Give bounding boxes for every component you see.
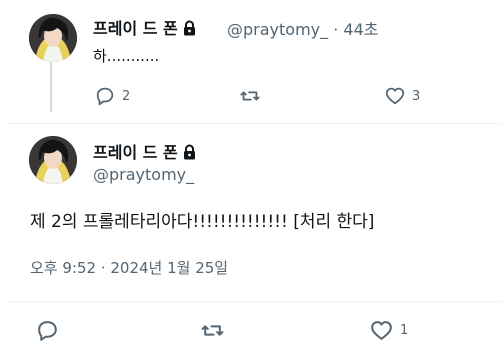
divider [8,123,502,124]
reply-text: 하........... [93,47,160,65]
reply-display-name[interactable]: 프레이 드 폰 [93,15,197,39]
dot-separator: · [333,20,344,39]
reply-count: 2 [122,88,131,104]
main-display-name-text: 프레이 드 폰 [93,143,178,162]
thread-connector-line [50,62,52,112]
retweet-button[interactable] [239,85,261,107]
reply-button[interactable]: 2 [94,85,130,107]
lock-icon [183,144,195,160]
main-text: 제 2의 프롤레타리아다!!!!!!!!!!!!!! [처리 한다] [30,212,375,232]
like-count: 3 [412,88,421,104]
lock-icon [183,20,195,36]
reply-button[interactable] [35,318,60,343]
comment-icon [38,321,57,341]
avatar[interactable] [29,14,77,62]
like-count: 1 [400,323,409,338]
heart-icon [371,321,392,340]
timestamp[interactable]: 오후 9:52 · 2024년 1월 25일 [30,257,228,278]
heart-icon [385,87,405,105]
comment-icon [96,87,114,106]
main-display-name[interactable]: 프레이 드 폰 [93,139,197,163]
divider [8,301,502,302]
like-button[interactable]: 3 [384,85,420,107]
retweet-icon [201,325,224,336]
avatar[interactable] [29,136,77,184]
reply-time[interactable]: 44초 [343,20,378,39]
like-button[interactable]: 1 [369,318,408,343]
reply-handle[interactable]: @praytomy_ [227,20,328,39]
retweet-button[interactable] [200,318,225,343]
reply-display-name-text: 프레이 드 폰 [93,19,178,38]
main-handle[interactable]: @praytomy_ [93,165,194,184]
retweet-icon [240,91,260,101]
